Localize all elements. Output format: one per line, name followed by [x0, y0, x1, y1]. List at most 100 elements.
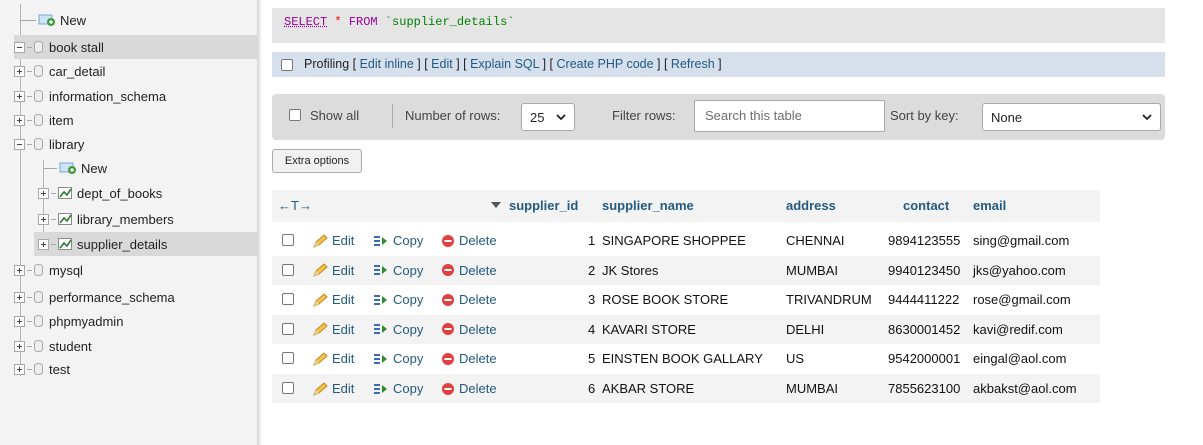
tree-item-performance-schema[interactable]: performance_schema	[14, 285, 175, 309]
cell-supplier-name[interactable]: ROSE BOOK STORE	[602, 292, 728, 307]
delete-row-link[interactable]: Delete	[441, 292, 497, 307]
extra-options-button[interactable]: Extra options	[272, 149, 362, 173]
column-header-email[interactable]: email	[973, 190, 1006, 222]
cell-supplier-id[interactable]: 5	[588, 351, 595, 366]
expand-icon[interactable]	[14, 291, 25, 303]
cell-address[interactable]: DELHI	[786, 322, 824, 337]
cell-supplier-id[interactable]: 3	[588, 292, 595, 307]
tree-item-test[interactable]: test	[14, 357, 70, 381]
delete-row-link[interactable]: Delete	[441, 351, 497, 366]
refresh-link[interactable]: Refresh	[671, 57, 715, 71]
tree-item-phpmyadmin[interactable]: phpmyadmin	[14, 309, 123, 333]
cell-email[interactable]: jks@yahoo.com	[973, 263, 1066, 278]
column-header-supplier-name[interactable]: supplier_name	[602, 190, 694, 222]
show-all-checkbox[interactable]	[289, 109, 301, 121]
edit-row-link[interactable]: Edit	[312, 263, 354, 278]
row-checkbox[interactable]	[282, 234, 294, 246]
cell-email[interactable]: sing@gmail.com	[973, 233, 1069, 248]
sort-triangle-icon[interactable]	[491, 202, 501, 210]
edit-link[interactable]: Edit	[431, 57, 453, 71]
cell-supplier-id[interactable]: 2	[588, 263, 595, 278]
cell-supplier-id[interactable]: 4	[588, 322, 595, 337]
copy-row-link[interactable]: Copy	[373, 381, 423, 396]
collapse-icon[interactable]	[14, 138, 25, 150]
edit-row-link[interactable]: Edit	[312, 233, 354, 248]
row-checkbox[interactable]	[282, 322, 294, 335]
tree-item-library-new[interactable]: New	[43, 156, 107, 180]
cell-contact[interactable]: 9444411222	[888, 292, 959, 307]
edit-row-link[interactable]: Edit	[312, 351, 354, 366]
expand-icon[interactable]	[14, 90, 25, 102]
cell-supplier-name[interactable]: EINSTEN BOOK GALLARY	[602, 351, 763, 366]
collapse-icon[interactable]	[14, 41, 25, 53]
cell-address[interactable]: CHENNAI	[786, 233, 845, 248]
tree-item-mysql[interactable]: mysql	[14, 258, 83, 282]
cell-email[interactable]: akbakst@aol.com	[973, 381, 1077, 396]
column-header-contact[interactable]: contact	[903, 190, 949, 222]
column-header-supplier-id[interactable]: supplier_id	[509, 190, 578, 222]
tree-item-information-schema[interactable]: information_schema	[14, 84, 166, 108]
explain-sql-link[interactable]: Explain SQL	[470, 57, 539, 71]
cell-contact[interactable]: 8630001452	[888, 322, 960, 337]
cell-email[interactable]: kavi@redif.com	[973, 322, 1063, 337]
copy-row-link[interactable]: Copy	[373, 322, 423, 337]
column-nav-arrows[interactable]: ←T→	[278, 190, 312, 222]
profiling-checkbox[interactable]	[281, 59, 293, 71]
tree-item-dept-of-books[interactable]: dept_of_books	[38, 181, 162, 205]
row-checkbox[interactable]	[282, 293, 294, 306]
copy-row-link[interactable]: Copy	[373, 292, 423, 307]
cell-address[interactable]: TRIVANDRUM	[786, 292, 872, 307]
cell-contact[interactable]: 9894123555	[888, 233, 960, 248]
sql-keyword-select[interactable]: SELECT	[284, 15, 327, 29]
table-row[interactable]: Edit Copy Delete 5 EINSTEN BOOK GALLARY …	[272, 344, 1100, 374]
table-row[interactable]: Edit Copy Delete 2 JK Stores MUMBAI 9940…	[272, 255, 1100, 285]
column-header-address[interactable]: address	[786, 190, 836, 222]
cell-address[interactable]: US	[786, 351, 804, 366]
copy-row-link[interactable]: Copy	[373, 351, 423, 366]
tree-item-library[interactable]: library	[14, 132, 84, 156]
delete-row-link[interactable]: Delete	[441, 381, 497, 396]
tree-item-car-detail[interactable]: car_detail	[14, 59, 105, 83]
cell-contact[interactable]: 9542000001	[888, 351, 960, 366]
edit-inline-link[interactable]: Edit inline	[360, 57, 414, 71]
edit-row-link[interactable]: Edit	[312, 322, 354, 337]
table-row[interactable]: Edit Copy Delete 3 ROSE BOOK STORE TRIVA…	[272, 285, 1100, 315]
expand-icon[interactable]	[14, 65, 25, 77]
table-row[interactable]: Edit Copy Delete 4 KAVARI STORE DELHI 86…	[272, 314, 1100, 344]
expand-icon[interactable]	[38, 238, 49, 250]
expand-icon[interactable]	[14, 114, 25, 126]
tree-item-book-stall[interactable]: book stall	[14, 35, 258, 59]
create-php-code-link[interactable]: Create PHP code	[557, 57, 654, 71]
delete-row-link[interactable]: Delete	[441, 322, 497, 337]
copy-row-link[interactable]: Copy	[373, 263, 423, 278]
expand-icon[interactable]	[38, 187, 49, 199]
tree-item-library-members[interactable]: library_members	[38, 207, 174, 231]
tree-item-student[interactable]: student	[14, 334, 92, 358]
edit-row-link[interactable]: Edit	[312, 381, 354, 396]
tree-item-item[interactable]: item	[14, 108, 74, 132]
cell-supplier-name[interactable]: AKBAR STORE	[602, 381, 694, 396]
tree-item-new[interactable]: New	[20, 8, 86, 32]
cell-email[interactable]: rose@gmail.com	[973, 292, 1071, 307]
cell-supplier-name[interactable]: KAVARI STORE	[602, 322, 696, 337]
delete-row-link[interactable]: Delete	[441, 233, 497, 248]
sort-by-key-select[interactable]: None	[982, 103, 1161, 131]
cell-contact[interactable]: 9940123450	[888, 263, 960, 278]
cell-contact[interactable]: 7855623100	[888, 381, 960, 396]
delete-row-link[interactable]: Delete	[441, 263, 497, 278]
cell-supplier-id[interactable]: 1	[588, 233, 595, 248]
expand-icon[interactable]	[38, 213, 49, 225]
cell-email[interactable]: eingal@aol.com	[973, 351, 1066, 366]
cell-supplier-name[interactable]: SINGAPORE SHOPPEE	[602, 233, 746, 248]
row-checkbox[interactable]	[282, 263, 294, 276]
copy-row-link[interactable]: Copy	[373, 233, 423, 248]
expand-icon[interactable]	[14, 363, 25, 375]
cell-address[interactable]: MUMBAI	[786, 263, 838, 278]
cell-address[interactable]: MUMBAI	[786, 381, 838, 396]
expand-icon[interactable]	[14, 264, 25, 276]
edit-row-link[interactable]: Edit	[312, 292, 354, 307]
number-of-rows-select[interactable]: 25	[521, 103, 575, 131]
table-row[interactable]: Edit Copy Delete 6 AKBAR STORE MUMBAI 78…	[272, 374, 1100, 403]
row-checkbox[interactable]	[282, 382, 294, 394]
table-row[interactable]: Edit Copy Delete 1 SINGAPORE SHOPPEE CHE…	[272, 226, 1100, 255]
